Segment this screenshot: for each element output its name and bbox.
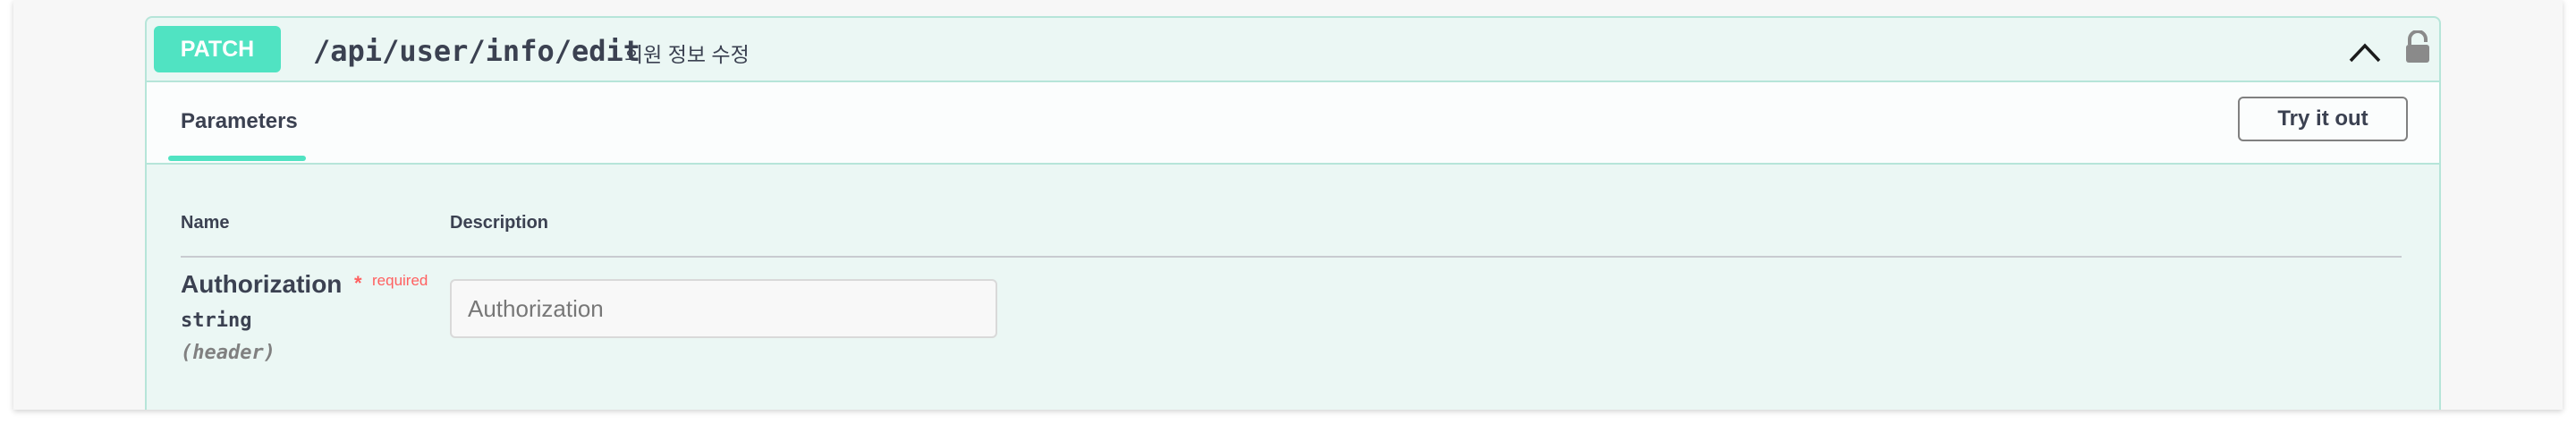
table-header-divider <box>181 256 2402 258</box>
authorization-input[interactable] <box>450 279 997 338</box>
http-method-badge: PATCH <box>154 26 281 72</box>
parameter-name: Authorization <box>181 270 343 298</box>
parameter-type: string <box>181 310 252 332</box>
active-tab-indicator <box>168 156 306 161</box>
column-header-name: Name <box>181 213 230 233</box>
operation-block-patch: PATCH /api/user/info/edit 회원 정보 수정 Param… <box>145 16 2441 410</box>
lock-icon[interactable] <box>2404 30 2431 64</box>
required-label: required <box>372 272 428 289</box>
page-frame: PATCH /api/user/info/edit 회원 정보 수정 Param… <box>13 0 2563 410</box>
parameters-tab-header: Parameters Try it out <box>147 82 2439 165</box>
endpoint-summary: 회원 정보 수정 <box>624 43 750 66</box>
required-star: * <box>354 272 362 294</box>
try-it-out-button[interactable]: Try it out <box>2238 97 2408 141</box>
parameter-location: (header) <box>181 342 275 364</box>
operation-summary[interactable]: PATCH /api/user/info/edit 회원 정보 수정 <box>147 18 2439 82</box>
tab-parameters[interactable]: Parameters <box>181 109 298 134</box>
endpoint-path: /api/user/info/edit <box>313 34 641 68</box>
column-header-description: Description <box>450 213 549 233</box>
chevron-up-icon[interactable] <box>2349 41 2381 63</box>
